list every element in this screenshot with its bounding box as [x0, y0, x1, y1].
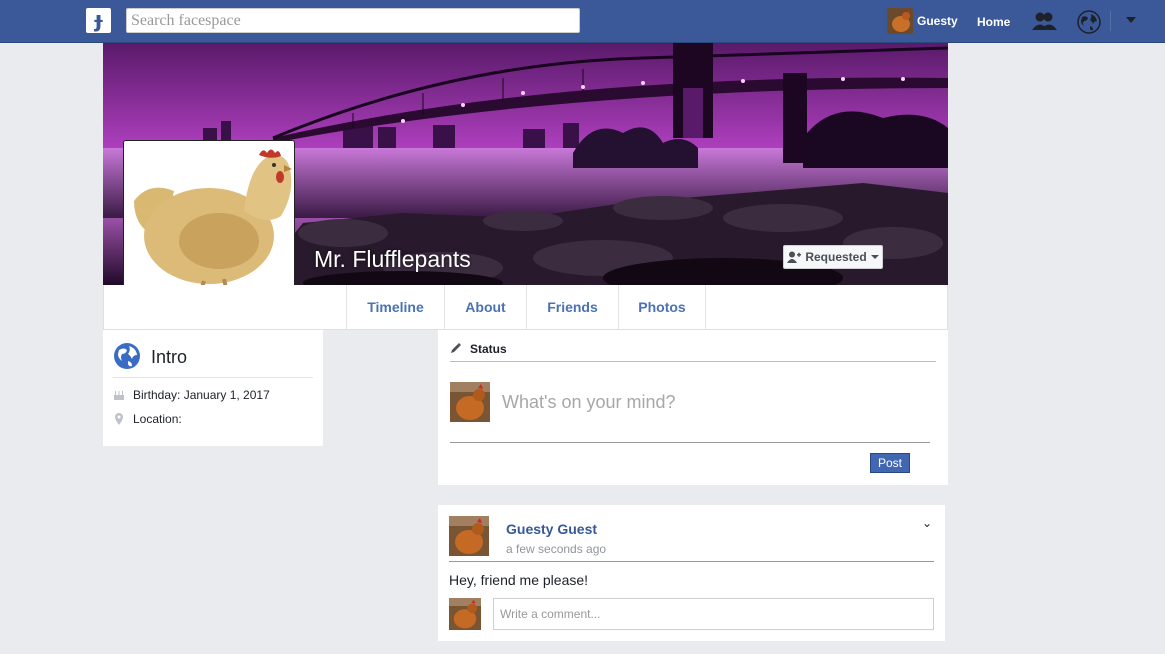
profile-tabs: Timeline About Friends Photos: [103, 285, 948, 330]
nav-separator: [1110, 11, 1111, 31]
tab-friends[interactable]: Friends: [526, 285, 618, 329]
friend-request-label: Requested: [805, 250, 867, 264]
logo[interactable]: ɟ: [86, 8, 111, 33]
nav-home-link[interactable]: Home: [977, 15, 1010, 29]
location-pin-icon: [115, 413, 123, 425]
friends-icon[interactable]: [1031, 9, 1057, 35]
divider: [449, 561, 934, 562]
nav-user-name[interactable]: Guesty: [917, 14, 958, 28]
comment-input[interactable]: [493, 598, 934, 630]
top-navbar: ɟ Guesty Home: [0, 0, 1165, 43]
status-input[interactable]: What's on your mind?: [502, 392, 676, 413]
avatar: [449, 598, 481, 630]
nav-avatar[interactable]: [887, 8, 913, 34]
caret-down-icon: [870, 255, 879, 259]
pencil-icon: [451, 343, 461, 353]
post-author[interactable]: Guesty Guest: [506, 521, 597, 537]
intro-title: Intro: [151, 347, 188, 367]
add-friend-icon: [787, 251, 802, 263]
location-text: Location:: [133, 412, 182, 426]
divider: [113, 377, 313, 378]
search-input[interactable]: [126, 8, 580, 33]
post-button[interactable]: Post: [870, 453, 910, 473]
profile-name: Mr. Flufflepants: [314, 246, 471, 272]
post-text: Hey, friend me please!: [449, 572, 589, 588]
tab-about[interactable]: About: [444, 285, 526, 329]
chevron-down-icon[interactable]: ⌄: [922, 516, 932, 530]
status-label: Status: [470, 342, 507, 356]
cake-icon: [114, 391, 124, 400]
avatar[interactable]: [449, 516, 489, 556]
friend-request-button[interactable]: Requested: [783, 245, 883, 269]
post-timestamp[interactable]: a few seconds ago: [506, 542, 606, 556]
globe-icon[interactable]: [1076, 9, 1102, 35]
caret-down-icon[interactable]: [1126, 17, 1136, 23]
tab-timeline[interactable]: Timeline: [346, 285, 444, 329]
intro-card: Intro Birthday: January 1, 2017 Location…: [103, 330, 323, 446]
feed-post: Guesty Guest a few seconds ago ⌄ Hey, fr…: [438, 505, 945, 641]
birthday-text: Birthday: January 1, 2017: [133, 388, 270, 402]
divider: [450, 361, 936, 362]
status-composer: Status What's on your mind? Post: [438, 330, 948, 485]
tab-photos[interactable]: Photos: [618, 285, 706, 329]
divider: [450, 442, 930, 443]
globe-icon: [114, 343, 140, 369]
avatar: [450, 382, 490, 422]
